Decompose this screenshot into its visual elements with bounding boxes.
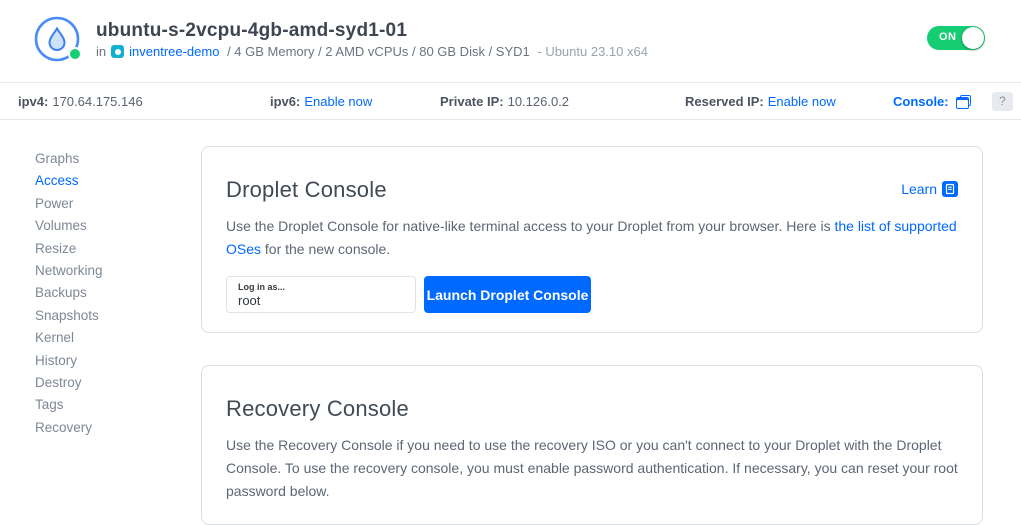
sidebar-item-resize[interactable]: Resize <box>35 238 185 260</box>
sidebar-item-networking[interactable]: Networking <box>35 260 185 282</box>
sidebar-item-tags[interactable]: Tags <box>35 394 185 416</box>
sidebar-item-kernel[interactable]: Kernel <box>35 327 185 349</box>
private-ip-value: 10.126.0.2 <box>508 94 569 109</box>
droplet-console-description: Use the Droplet Console for native-like … <box>226 215 972 261</box>
sidebar-item-backups[interactable]: Backups <box>35 282 185 304</box>
login-as-label: Log in as... <box>238 282 404 292</box>
ipv6-label: ipv6: <box>270 94 300 109</box>
toggle-state-label: ON <box>939 31 957 43</box>
login-as-input[interactable] <box>238 293 404 309</box>
droplet-os: - Ubuntu 23.10 x64 <box>534 44 648 59</box>
droplet-subtitle: in inventree-demo / 4 GB Memory / 2 AMD … <box>96 44 648 59</box>
power-toggle[interactable]: ON <box>927 26 985 50</box>
project-link[interactable]: inventree-demo <box>129 44 219 59</box>
droplet-header: ubuntu-s-2vcpu-4gb-amd-syd1-01 in invent… <box>0 0 1021 82</box>
droplet-console-title: Droplet Console <box>226 177 387 203</box>
ipv6-enable-link[interactable]: Enable now <box>304 94 372 109</box>
sidebar-item-snapshots[interactable]: Snapshots <box>35 305 185 327</box>
console-link[interactable]: Console: <box>893 83 971 120</box>
sidebar-item-history[interactable]: History <box>35 350 185 372</box>
droplet-sidebar: Graphs Access Power Volumes Resize Netwo… <box>35 148 185 439</box>
ipv4-info: ipv4: 170.64.175.146 <box>18 83 143 120</box>
droplet-avatar-icon <box>34 16 80 62</box>
login-as-field[interactable]: Log in as... <box>226 276 416 313</box>
launch-droplet-console-button[interactable]: Launch Droplet Console <box>424 276 591 313</box>
ipv6-info: ipv6: Enable now <box>270 83 372 120</box>
sidebar-item-power[interactable]: Power <box>35 193 185 215</box>
sidebar-item-recovery[interactable]: Recovery <box>35 417 185 439</box>
droplet-console-card: Droplet Console Learn Use the Droplet Co… <box>201 146 983 333</box>
private-ip-info: Private IP: 10.126.0.2 <box>440 83 569 120</box>
sidebar-item-access[interactable]: Access <box>35 170 185 192</box>
droplet-specs: / 4 GB Memory / 2 AMD vCPUs / 80 GB Disk… <box>223 44 529 59</box>
console-label: Console: <box>893 83 949 120</box>
recovery-console-card: Recovery Console Use the Recovery Consol… <box>201 365 983 525</box>
learn-link[interactable]: Learn <box>901 181 958 197</box>
description-text-1: Use the Droplet Console for native-like … <box>226 218 834 234</box>
private-ip-label: Private IP: <box>440 94 504 109</box>
recovery-console-description: Use the Recovery Console if you need to … <box>226 434 972 503</box>
sidebar-item-volumes[interactable]: Volumes <box>35 215 185 237</box>
page-title: ubuntu-s-2vcpu-4gb-amd-syd1-01 <box>96 20 407 42</box>
console-window-icon <box>956 95 971 109</box>
reserved-ip-enable-link[interactable]: Enable now <box>768 94 836 109</box>
description-text-2: for the new console. <box>261 241 390 257</box>
power-status-dot <box>68 47 82 61</box>
toggle-knob <box>962 27 984 49</box>
docs-icon <box>942 181 958 197</box>
sidebar-item-destroy[interactable]: Destroy <box>35 372 185 394</box>
recovery-console-title: Recovery Console <box>226 396 409 422</box>
project-icon <box>111 45 124 58</box>
ip-info-bar: ipv4: 170.64.175.146 ipv6: Enable now Priv… <box>0 82 1021 120</box>
help-button[interactable]: ? <box>992 92 1013 111</box>
learn-label: Learn <box>901 181 937 197</box>
reserved-ip-label: Reserved IP: <box>685 94 764 109</box>
sidebar-item-graphs[interactable]: Graphs <box>35 148 185 170</box>
reserved-ip-info: Reserved IP: Enable now <box>685 83 836 120</box>
breadcrumb-prefix: in <box>96 44 106 59</box>
ipv4-label: ipv4: <box>18 94 48 109</box>
ipv4-value: 170.64.175.146 <box>52 94 142 109</box>
